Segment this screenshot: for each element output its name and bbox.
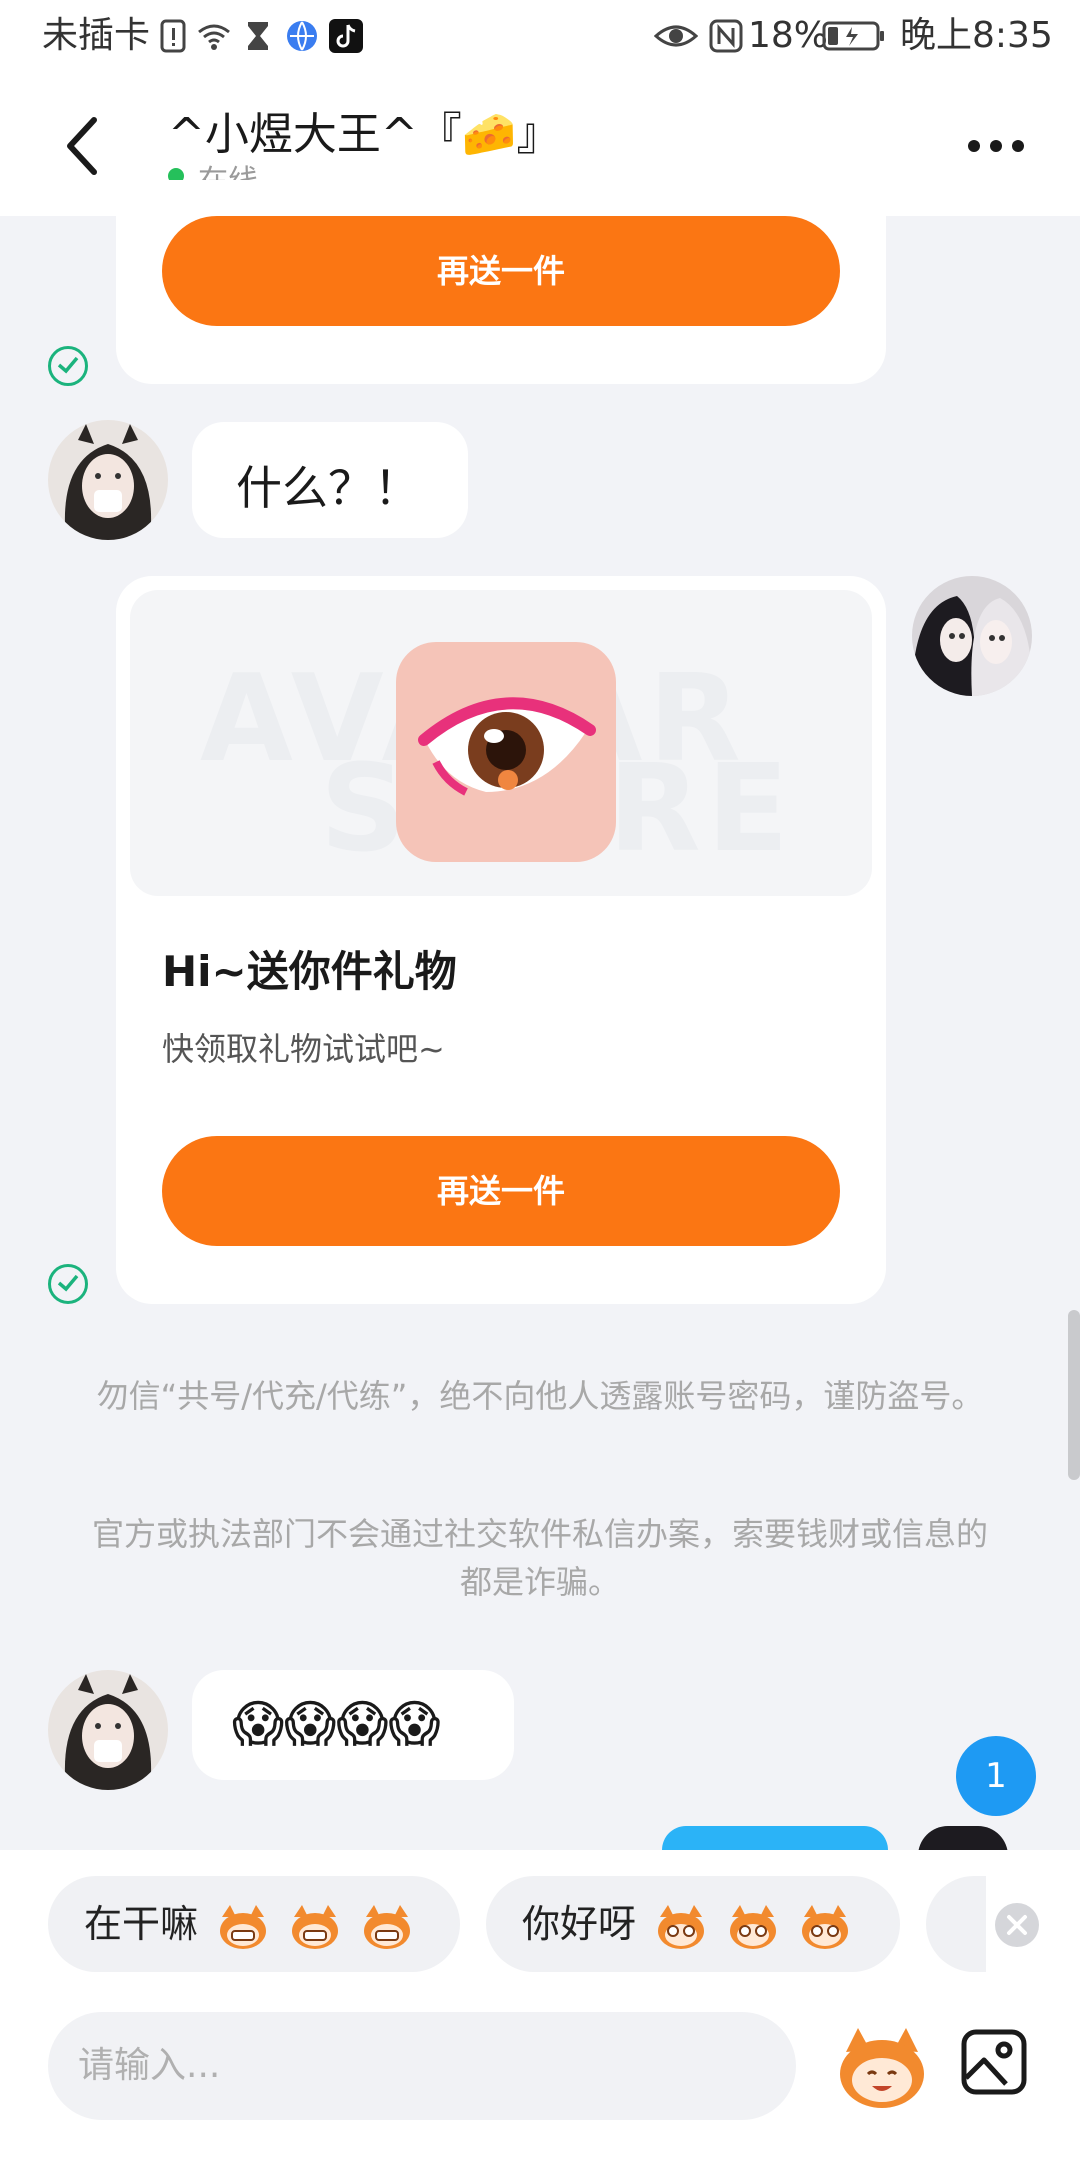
- resend-gift-button-2[interactable]: 再送一件: [162, 1136, 840, 1246]
- message-input[interactable]: 请输入...: [48, 2012, 796, 2120]
- back-arrow-icon[interactable]: [62, 114, 102, 178]
- hourglass-icon: [248, 22, 268, 50]
- avatar-self[interactable]: [912, 576, 1032, 696]
- quick-reply-chip-2[interactable]: 你好呀: [486, 1876, 900, 1972]
- avatar-contact[interactable]: [48, 420, 168, 540]
- security-notice-2: 官方或执法部门不会通过社交软件私信办案，索要钱财或信息的都是诈骗。: [91, 1515, 988, 1601]
- sim-alert-icon: [160, 19, 186, 53]
- avatar-contact-2[interactable]: [48, 1670, 168, 1790]
- battery-percent: 18%: [748, 15, 829, 56]
- mascot-laugh-icon: [364, 1904, 411, 1949]
- resend-gift-button[interactable]: 再送一件: [162, 216, 840, 326]
- gift-title: Hi~送你件礼物: [162, 947, 457, 996]
- browser-icon: [287, 21, 317, 51]
- quick-reply-chip-3-partial[interactable]: [926, 1876, 986, 1972]
- scrollbar-thumb[interactable]: [1068, 1310, 1080, 1480]
- composer-area: 在干嘛 你好呀 请输入...: [0, 1850, 1080, 2160]
- mascot-laugh-icon: [220, 1904, 267, 1949]
- gift-image-area: AVATAR STORE: [130, 590, 872, 896]
- gift-eye-icon: [396, 642, 616, 862]
- gift-card[interactable]: AVATAR STORE Hi~送你件礼物 快领取礼物试试吧~ 再送一件: [116, 576, 886, 1304]
- mascot-hello-icon: [658, 1904, 705, 1949]
- clock: 晚上8:35: [900, 15, 1053, 56]
- unread-count-badge[interactable]: 1: [956, 1736, 1036, 1816]
- mascot-laugh-icon: [292, 1904, 339, 1949]
- quick-reply-text-2: 你好呀: [522, 1902, 637, 1946]
- incoming-emoji-bubble[interactable]: 😱😱😱😱: [192, 1670, 514, 1780]
- more-icon[interactable]: [966, 138, 1026, 154]
- security-notice-1: 勿信“共号/代充/代练”，绝不向他人透露账号密码，谨防盗号。: [96, 1377, 984, 1415]
- carrier-text: 未插卡: [42, 15, 151, 56]
- gift-card-top: 再送一件: [116, 180, 886, 384]
- mascot-hello-icon: [730, 1904, 777, 1949]
- emoji-mascot-icon[interactable]: [834, 2020, 930, 2116]
- close-circle-icon[interactable]: [994, 1902, 1040, 1948]
- eye-icon: [654, 25, 698, 47]
- quick-reply-text-1: 在干嘛: [84, 1902, 199, 1946]
- nfc-icon: [709, 19, 743, 53]
- status-bar: 未插卡 18% 晚上8:35: [0, 0, 1080, 76]
- contact-name: ^小煜大王^『🧀』: [168, 109, 561, 160]
- tiktok-icon: [329, 19, 363, 53]
- check-circle-icon: [48, 346, 88, 386]
- image-icon[interactable]: [960, 2028, 1028, 2096]
- wifi-icon: [198, 24, 230, 50]
- quick-reply-chip-1[interactable]: 在干嘛: [48, 1876, 460, 1972]
- incoming-message-bubble[interactable]: 什么？！: [192, 422, 468, 538]
- battery-icon: [822, 21, 884, 51]
- emoji-message: 😱😱😱😱: [232, 1695, 441, 1753]
- message-text: 什么？！: [236, 461, 420, 515]
- check-circle-icon: [48, 1264, 88, 1304]
- mascot-hello-icon: [802, 1904, 849, 1949]
- gift-subtitle: 快领取礼物试试吧~: [162, 1030, 445, 1068]
